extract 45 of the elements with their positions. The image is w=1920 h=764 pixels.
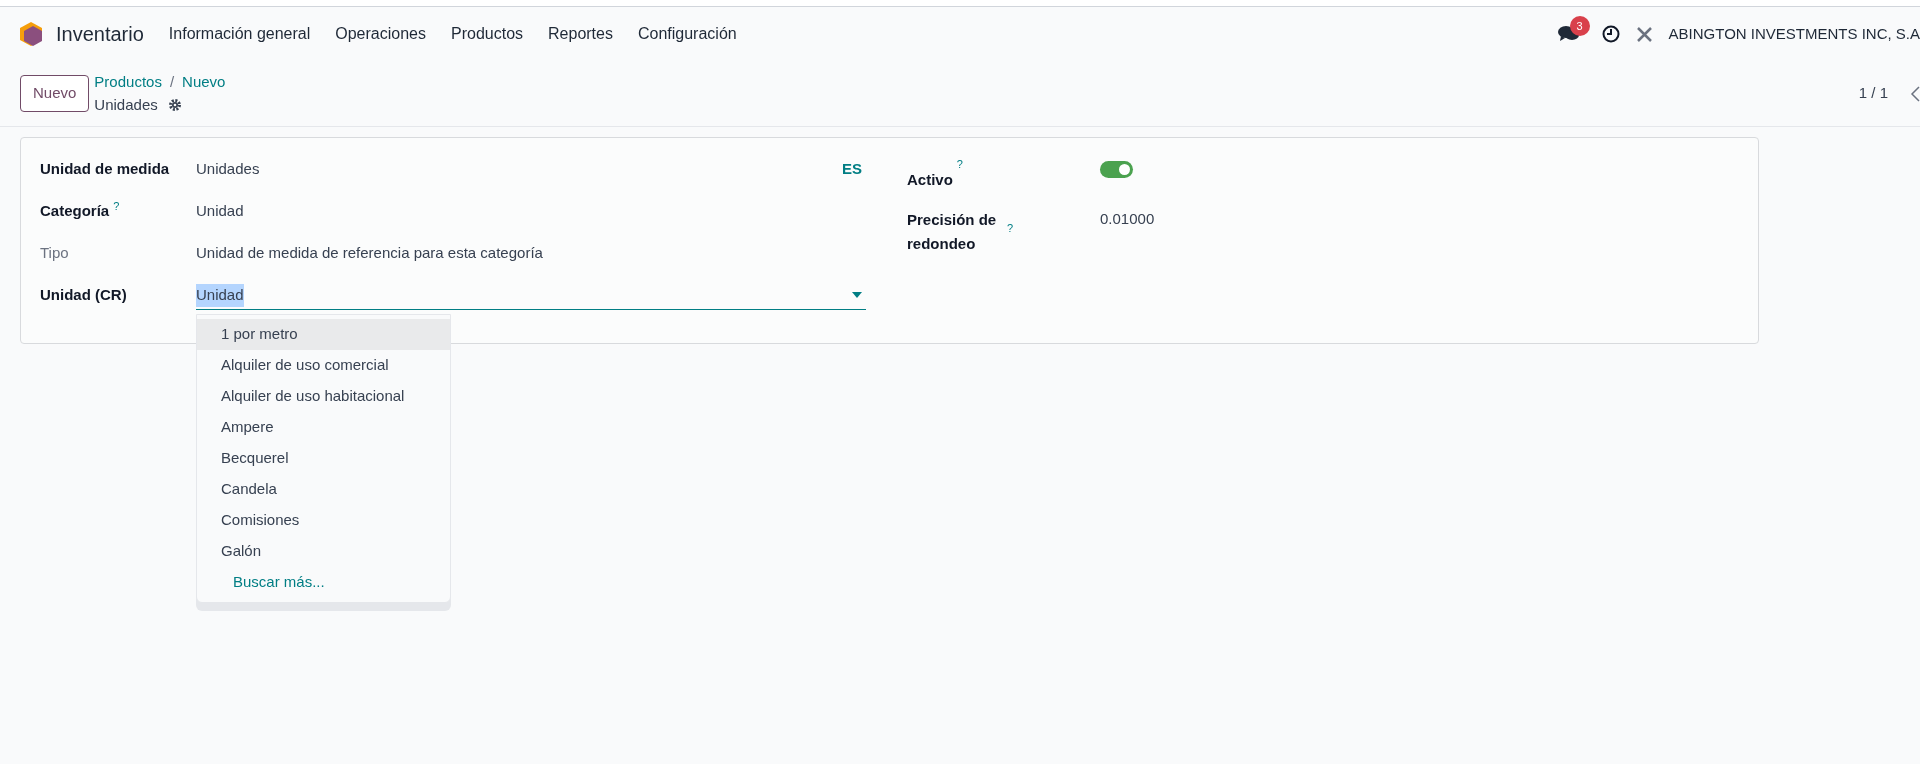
caret-icon: [852, 292, 862, 299]
toggle-switch[interactable]: [1100, 161, 1133, 178]
app-title[interactable]: Inventario: [56, 19, 144, 49]
field-label: Categoría: [40, 201, 110, 221]
field-value: 0.01000: [1100, 209, 1155, 229]
company-name[interactable]: ABINGTON INVESTMENTS INC, S.A: [1668, 22, 1920, 46]
breadcrumb-separator: /: [169, 72, 175, 92]
dropdown-option[interactable]: Candela: [197, 474, 450, 505]
menu-item[interactable]: Configuración: [637, 22, 737, 46]
unit-select[interactable]: Unidad: [196, 284, 866, 310]
dropdown-option[interactable]: Ampere: [197, 412, 450, 443]
dropdown-option[interactable]: Alquiler de uso habitacional: [197, 381, 450, 412]
help-icon[interactable]: ?: [113, 200, 120, 212]
field-value: Unidad: [196, 201, 244, 221]
select-value: Unidad: [196, 284, 244, 307]
dropdown-option[interactable]: Galón: [197, 536, 450, 567]
new-button[interactable]: Nuevo: [20, 75, 90, 112]
help-icon[interactable]: ?: [956, 158, 963, 170]
clock-icon[interactable]: [1601, 25, 1620, 43]
breadcrumb-link[interactable]: Productos: [94, 71, 162, 94]
gear-icon[interactable]: [167, 97, 182, 112]
field-label: Unidad de medida: [40, 159, 170, 179]
breadcrumb-link[interactable]: Nuevo: [182, 71, 226, 94]
dropdown-option[interactable]: Alquiler de uso comercial: [197, 350, 450, 381]
app-logo-icon: [20, 22, 42, 46]
search-more-link[interactable]: Buscar más...: [197, 567, 450, 598]
dropdown-option[interactable]: 1 por metro: [197, 319, 450, 350]
record-title: Unidades: [94, 94, 158, 115]
field-value: Unidades: [196, 159, 260, 179]
notification-badge: 3: [1569, 16, 1590, 36]
field-label: Unidad (CR): [40, 285, 127, 305]
language-button[interactable]: ES: [842, 158, 862, 181]
field-value: Unidad de medida de referencia para esta categoría: [196, 243, 543, 263]
previous-icon[interactable]: [1910, 85, 1920, 102]
pager-value: 1 / 1: [1858, 83, 1888, 104]
dropdown-option[interactable]: Becquerel: [197, 443, 450, 474]
field-label: Activo: [907, 170, 953, 190]
menu-item[interactable]: Información general: [168, 22, 311, 46]
menu-item[interactable]: Productos: [451, 22, 524, 46]
dropdown-option[interactable]: Comisiones: [197, 505, 450, 536]
field-label: Tipo: [40, 243, 69, 263]
menu-item[interactable]: Reportes: [548, 22, 613, 46]
menu-item[interactable]: Operaciones: [335, 22, 426, 46]
help-icon[interactable]: ?: [1007, 222, 1014, 234]
field-label: Precisión de redondeo: [907, 210, 998, 254]
